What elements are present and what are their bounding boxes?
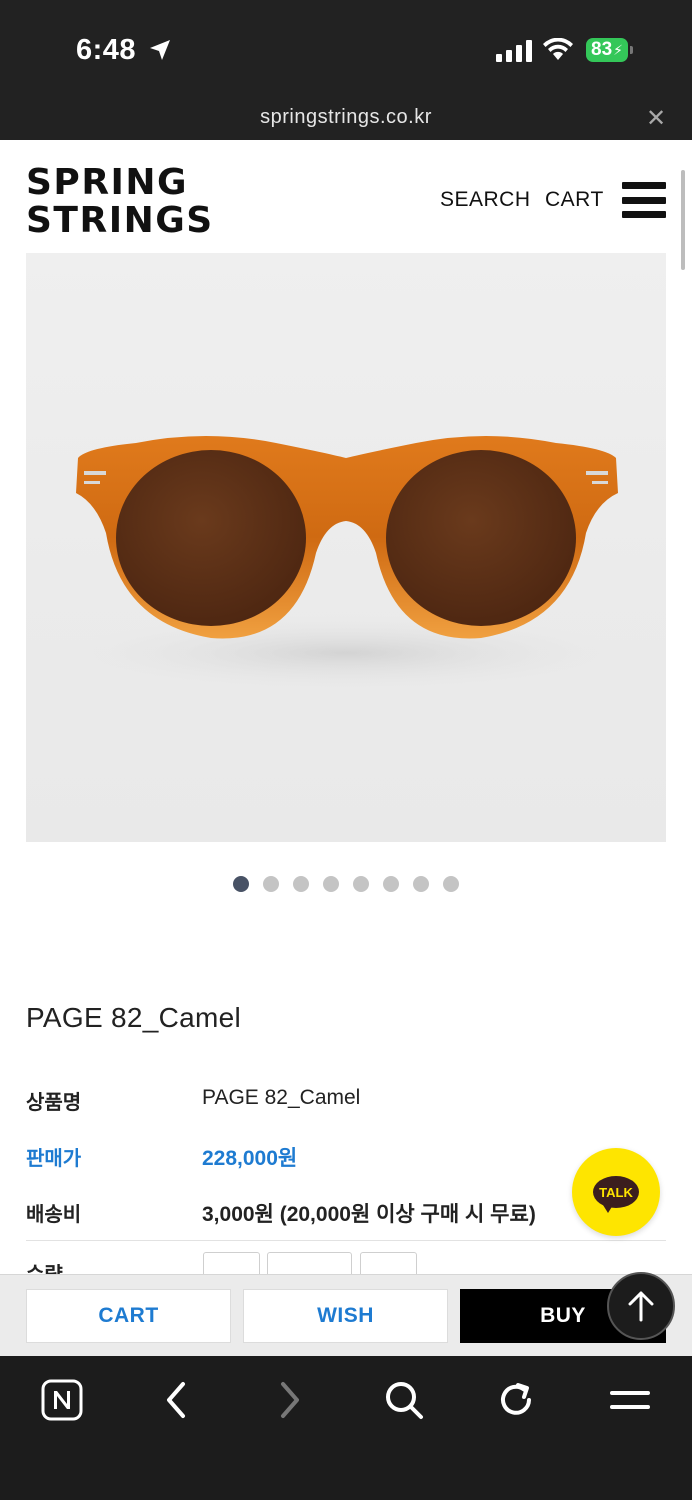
url-text[interactable]: springstrings.co.kr xyxy=(0,106,692,129)
browser-toolbar xyxy=(0,1356,692,1500)
carousel-dot[interactable] xyxy=(323,876,339,892)
web-page: SPRING STRINGS SEARCH CART PAGE 82_Camel… xyxy=(0,140,692,1356)
arrow-up-icon xyxy=(628,1291,654,1322)
back-icon[interactable] xyxy=(152,1376,200,1424)
search-icon[interactable] xyxy=(380,1376,428,1424)
naver-home-icon[interactable] xyxy=(38,1376,86,1424)
info-divider xyxy=(26,1240,666,1241)
url-bar[interactable]: springstrings.co.kr ✕ xyxy=(0,104,692,140)
site-logo[interactable]: SPRING STRINGS xyxy=(26,164,214,240)
shipping-value: 3,000원 (20,000원 이상 구매 시 무료) xyxy=(202,1203,536,1226)
talk-label: TALK xyxy=(599,1184,633,1200)
product-name-value: PAGE 82_Camel xyxy=(202,1086,361,1109)
shipping-label: 배송비 xyxy=(26,1204,82,1226)
wishlist-button[interactable]: WISH xyxy=(243,1289,448,1343)
carousel-dot[interactable] xyxy=(353,876,369,892)
charging-icon: ⚡ xyxy=(613,41,623,58)
carousel-dot[interactable] xyxy=(263,876,279,892)
location-arrow-icon xyxy=(150,40,170,60)
cart-link[interactable]: CART xyxy=(545,188,604,212)
product-image[interactable] xyxy=(26,253,666,842)
purchase-action-bar: CART WISH BUY xyxy=(0,1274,692,1356)
carousel-dot[interactable] xyxy=(293,876,309,892)
status-time: 6:48 xyxy=(76,34,137,66)
hamburger-menu-icon[interactable] xyxy=(622,182,666,218)
chat-bubble-icon: TALK xyxy=(593,1176,639,1213)
price-row: 판매가 228,000원 xyxy=(26,1142,666,1182)
scroll-to-top-button[interactable] xyxy=(607,1272,675,1340)
product-name-label: 상품명 xyxy=(26,1092,82,1114)
page-scrollbar[interactable] xyxy=(681,170,685,270)
battery-cap xyxy=(630,46,633,54)
search-link[interactable]: SEARCH xyxy=(440,188,531,212)
carousel-dot[interactable] xyxy=(443,876,459,892)
carousel-dot[interactable] xyxy=(383,876,399,892)
battery-level: 83 xyxy=(591,39,613,60)
wifi-icon xyxy=(543,38,573,60)
carousel-dot[interactable] xyxy=(233,876,249,892)
logo-line-2: STRINGS xyxy=(26,200,214,241)
sunglasses-illustration xyxy=(46,436,646,693)
status-bar: 6:48 83 ⚡ xyxy=(0,0,692,104)
reload-icon[interactable] xyxy=(492,1376,540,1424)
add-to-cart-button[interactable]: CART xyxy=(26,1289,231,1343)
logo-line-1: SPRING xyxy=(26,162,189,203)
shipping-row: 배송비 3,000원 (20,000원 이상 구매 시 무료) xyxy=(26,1198,666,1238)
carousel-dots xyxy=(233,876,459,892)
carousel-dot[interactable] xyxy=(413,876,429,892)
battery-indicator: 83 ⚡ xyxy=(586,38,628,62)
product-title: PAGE 82_Camel xyxy=(26,1002,242,1033)
product-name-row: 상품명 PAGE 82_Camel xyxy=(26,1086,666,1126)
forward-icon[interactable] xyxy=(266,1376,314,1424)
menu-icon[interactable] xyxy=(606,1376,654,1424)
cellular-signal-icon xyxy=(496,40,532,62)
close-icon[interactable]: ✕ xyxy=(646,104,666,133)
kakao-talk-button[interactable]: TALK xyxy=(572,1148,660,1236)
price-label: 판매가 xyxy=(26,1148,82,1170)
price-value: 228,000원 xyxy=(202,1147,298,1170)
